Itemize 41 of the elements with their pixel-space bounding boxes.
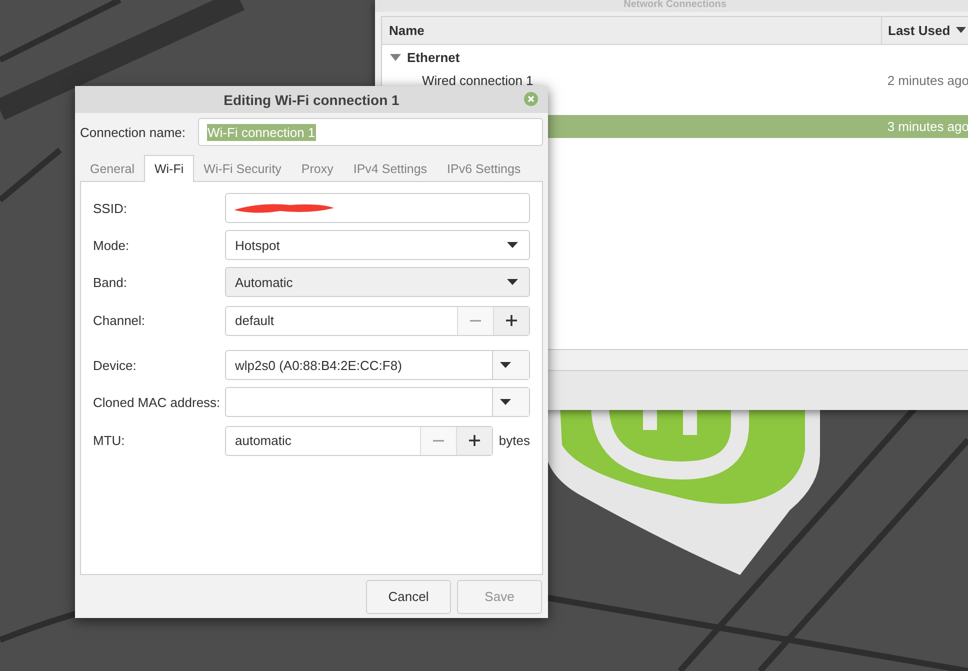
group-label: Ethernet xyxy=(407,50,460,65)
tab[interactable]: IPv4 Settings xyxy=(343,155,438,182)
plus-icon xyxy=(468,435,480,446)
tab[interactable]: Wi-Fi Security xyxy=(194,155,292,182)
field-label: Connection name: xyxy=(80,124,186,140)
minus-icon xyxy=(432,440,444,442)
field-label: Device: xyxy=(93,358,138,372)
plus-icon xyxy=(506,315,517,326)
spin-field[interactable]: default xyxy=(225,306,530,336)
field-label: SSID: xyxy=(93,200,128,216)
sort-arrow-icon xyxy=(956,27,966,34)
spin-field[interactable]: automatic xyxy=(225,426,493,456)
field-label: Channel: xyxy=(93,313,146,328)
increment-button[interactable] xyxy=(493,306,529,334)
dropdown[interactable]: Automatic xyxy=(225,267,530,297)
combo-field[interactable]: wlp2s0 (A0:88:B4:2E:CC:F8) xyxy=(225,350,530,380)
dialog-title: Editing Wi-Fi connection 1 xyxy=(224,92,400,108)
field-label: Cloned MAC address: xyxy=(93,394,222,410)
caret-icon xyxy=(507,242,518,248)
dropdown[interactable]: Hotspot xyxy=(225,230,530,260)
caret-icon xyxy=(507,279,518,285)
tab[interactable]: Wi-Fi xyxy=(144,155,194,182)
caret-icon xyxy=(500,362,511,368)
close-icon[interactable] xyxy=(524,92,538,106)
column-header[interactable]: Name xyxy=(382,16,882,44)
field-label: MTU: xyxy=(93,433,126,448)
minus-icon xyxy=(470,320,481,322)
unit-label: bytes xyxy=(498,433,530,448)
field-label: Mode: xyxy=(93,238,130,252)
caret-icon xyxy=(500,399,511,405)
tab[interactable]: General xyxy=(80,155,144,182)
tab[interactable]: IPv6 Settings xyxy=(437,155,531,182)
connection-name: Wired connection 1 xyxy=(422,72,534,88)
increment-button[interactable] xyxy=(456,426,492,454)
ssid-field[interactable] xyxy=(225,193,530,223)
column-header[interactable]: Last Used xyxy=(882,16,968,44)
tab[interactable]: Proxy xyxy=(291,155,344,182)
field-label: Band: xyxy=(93,274,128,290)
expander-icon[interactable] xyxy=(390,52,401,63)
cancel-button[interactable]: Cancel xyxy=(366,580,451,614)
combo-field[interactable] xyxy=(225,387,530,417)
